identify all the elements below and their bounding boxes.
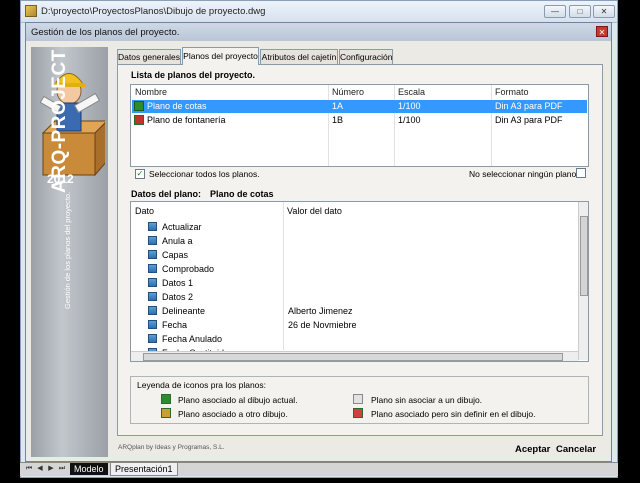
data-row[interactable]: Actualizar	[131, 220, 577, 234]
plan-unassociated-icon	[353, 394, 363, 404]
data-row[interactable]: Comprobado	[131, 262, 577, 276]
plan-number: 1A	[332, 101, 344, 111]
property-icon	[148, 236, 157, 245]
plan-format: Din A3 para PDF	[495, 115, 563, 125]
plan-name: Plano de cotas	[147, 101, 207, 111]
legend-item: Plano asociado pero sin definir en el di…	[371, 409, 536, 419]
select-all-label[interactable]: Seleccionar todos los planos.	[149, 169, 260, 179]
side-banner: 2012 ARQ-PROJECT Gestión de los planos d…	[31, 47, 108, 457]
window-close-button[interactable]: ✕	[593, 5, 615, 18]
col-header-dato[interactable]: Dato	[135, 206, 154, 216]
plan-scale: 1/100	[398, 101, 421, 111]
plan-undefined-icon	[134, 115, 144, 125]
tab-configuracion[interactable]: Configuración	[339, 49, 393, 64]
data-row[interactable]: Fecha Anulado	[131, 332, 577, 346]
horizontal-scroll-thumb[interactable]	[143, 353, 563, 361]
sheet-tab-strip: ⏮ ◀ ▶ ⏭ Modelo Presentación1	[20, 462, 618, 476]
select-none-checkbox[interactable]	[576, 168, 586, 178]
vertical-scroll-thumb[interactable]	[580, 216, 588, 296]
select-none-label[interactable]: No seleccionar ningún plano.	[469, 169, 579, 179]
data-row[interactable]: Capas	[131, 248, 577, 262]
banner-subtitle: Gestión de los planos del proyecto.	[63, 191, 72, 309]
property-icon	[148, 222, 157, 231]
plan-data-label: Datos del plano:	[131, 189, 202, 199]
property-icon	[148, 250, 157, 259]
legend-item: Plano asociado a otro dibujo.	[178, 409, 288, 419]
sheet-tab-presentacion1[interactable]: Presentación1	[110, 463, 178, 476]
plan-current-icon	[161, 394, 171, 404]
sheet-tab-modelo[interactable]: Modelo	[70, 463, 108, 475]
plan-name: Plano de fontanería	[147, 115, 226, 125]
col-header-numero[interactable]: Número	[332, 87, 364, 97]
col-header-nombre[interactable]: Nombre	[135, 87, 167, 97]
banner-product-name: ARQ-PROJECT	[49, 49, 70, 193]
tab-planos-proyecto[interactable]: Planos del proyecto	[182, 47, 259, 65]
dialog-title: Gestión de los planos del proyecto.	[31, 27, 180, 38]
plan-row[interactable]: Plano de fontanería 1B 1/100 Din A3 para…	[132, 114, 587, 127]
data-row[interactable]: Fecha 26 de Novmiebre	[131, 318, 577, 332]
col-header-valor[interactable]: Valor del dato	[287, 206, 342, 216]
data-row[interactable]: Datos 1	[131, 276, 577, 290]
plan-scale: 1/100	[398, 115, 421, 125]
plan-number: 1B	[332, 115, 344, 125]
plan-current-icon	[134, 101, 144, 111]
cancel-button[interactable]: Cancelar	[556, 444, 596, 455]
property-icon	[148, 264, 157, 273]
plan-format: Din A3 para PDF	[495, 101, 563, 111]
property-icon	[148, 292, 157, 301]
dialog-close-button[interactable]: ✕	[596, 26, 608, 37]
minimize-button[interactable]: —	[544, 5, 566, 18]
property-icon	[148, 320, 157, 329]
plan-undefined-icon	[353, 408, 363, 418]
legend-item: Plano sin asociar a un dibujo.	[371, 395, 483, 405]
prev-sheet-icon[interactable]: ◀	[35, 464, 45, 474]
next-sheet-icon[interactable]: ▶	[46, 464, 56, 474]
property-icon	[148, 306, 157, 315]
accept-button[interactable]: Aceptar	[515, 444, 550, 455]
data-row[interactable]: Anula a	[131, 234, 577, 248]
maximize-button[interactable]: □	[569, 5, 591, 18]
data-row[interactable]: Datos 2	[131, 290, 577, 304]
plan-data-grid: Dato Valor del dato Actualizar Anula a C…	[130, 201, 589, 362]
legend-title: Leyenda de iconos pra los planos:	[137, 380, 267, 390]
col-header-formato[interactable]: Formato	[495, 87, 529, 97]
horizontal-scrollbar[interactable]	[131, 351, 578, 361]
vertical-scrollbar[interactable]	[578, 202, 588, 360]
last-sheet-icon[interactable]: ⏭	[57, 464, 67, 474]
property-icon	[148, 334, 157, 343]
app-icon	[25, 5, 37, 17]
window-title-bar: D:\proyecto\ProyectosPlanos\Dibujo de pr…	[21, 1, 617, 23]
plan-other-icon	[161, 408, 171, 418]
legend-item: Plano asociado al dibujo actual.	[178, 395, 298, 405]
col-header-escala[interactable]: Escala	[398, 87, 425, 97]
first-sheet-icon[interactable]: ⏮	[24, 464, 34, 474]
data-row[interactable]: Delineante Alberto Jimenez	[131, 304, 577, 318]
window-title: D:\proyecto\ProyectosPlanos\Dibujo de pr…	[41, 6, 266, 17]
select-all-checkbox[interactable]: ✓	[135, 169, 145, 179]
tab-atributos-cajetin[interactable]: Atributos del cajetín	[260, 49, 338, 64]
icon-legend: Leyenda de iconos pra los planos: Plano …	[130, 376, 589, 424]
property-icon	[148, 278, 157, 287]
plans-list: Nombre Número Escala Formato Plano de co…	[130, 84, 589, 167]
dialog-title-bar: Gestión de los planos del proyecto. ✕	[26, 23, 611, 41]
plan-row[interactable]: Plano de cotas 1A 1/100 Din A3 para PDF	[132, 100, 587, 113]
brand-text: ARQplan by Ideas y Programas, S.L.	[118, 444, 225, 451]
plans-group-label: Lista de planos del proyecto.	[131, 70, 256, 80]
plan-data-name: Plano de cotas	[210, 189, 274, 199]
tab-datos-generales[interactable]: Datos generales	[117, 49, 181, 64]
